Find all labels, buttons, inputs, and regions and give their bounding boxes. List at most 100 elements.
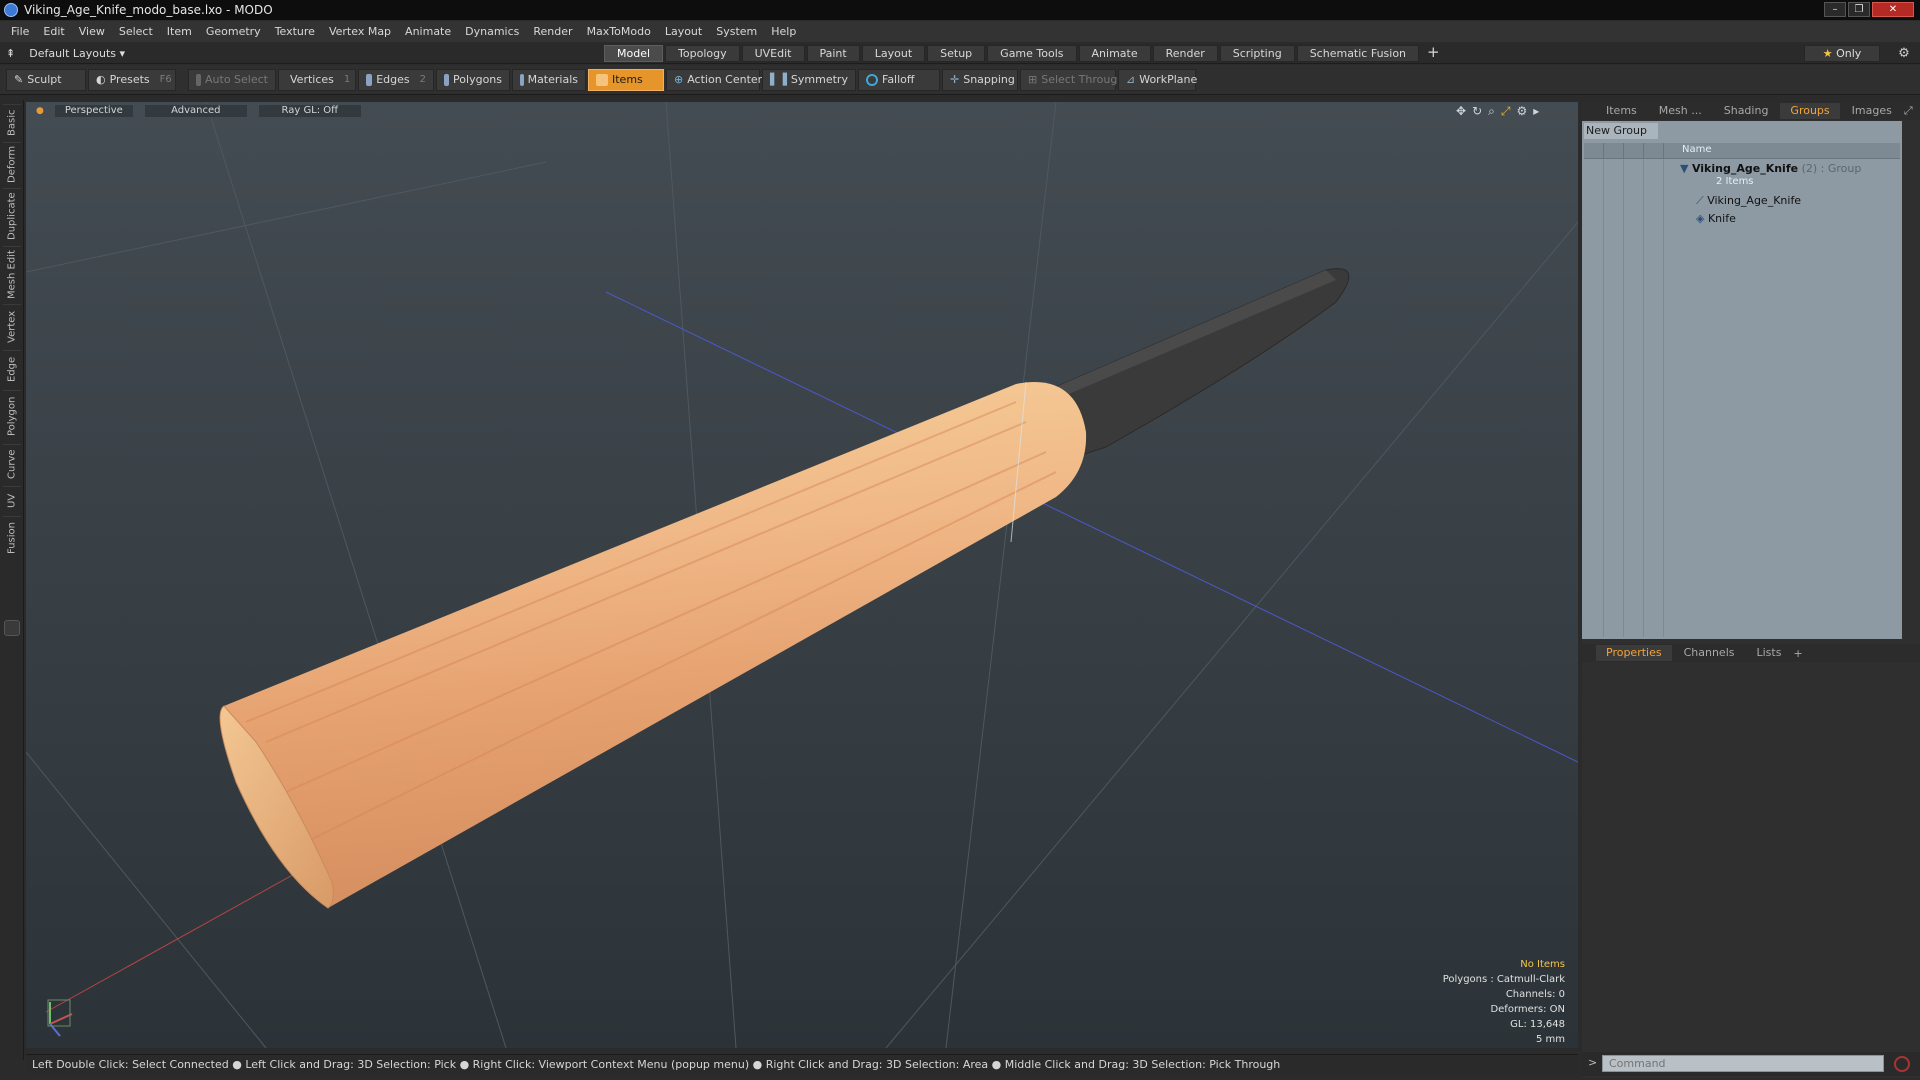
items-button[interactable]: Items — [588, 68, 664, 91]
vtab-uv[interactable]: UV — [3, 486, 21, 514]
menu-file[interactable]: File — [4, 25, 36, 38]
snapping-button[interactable]: ✛ Snapping — [942, 68, 1018, 91]
fit-icon[interactable]: ⤢ — [1501, 104, 1511, 119]
auto-select-button[interactable]: Auto Select — [188, 68, 276, 91]
tab-render[interactable]: Render — [1152, 45, 1218, 62]
palette-toggle-icon[interactable] — [4, 620, 20, 636]
tab-groups[interactable]: Groups — [1780, 103, 1840, 119]
auto-select-icon — [196, 73, 202, 86]
gear-icon[interactable]: ⚙ — [1896, 46, 1912, 62]
menu-help[interactable]: Help — [764, 25, 803, 38]
render-column — [1604, 159, 1624, 637]
view-mode-dropdown[interactable]: Perspective — [53, 104, 134, 118]
tab-schematic-fusion[interactable]: Schematic Fusion — [1296, 45, 1420, 62]
locator-icon: ◈ — [1696, 212, 1705, 225]
vtab-polygon[interactable]: Polygon — [3, 390, 21, 442]
3d-viewport[interactable] — [26, 102, 1578, 1048]
menu-system[interactable]: System — [709, 25, 764, 38]
tab-game-tools[interactable]: Game Tools — [987, 45, 1077, 62]
tab-paint[interactable]: Paint — [806, 45, 860, 62]
add-tab-icon[interactable]: + — [1793, 647, 1802, 660]
vtab-curve[interactable]: Curve — [3, 444, 21, 484]
list-item[interactable]: ⟋ Viking_Age_Knife — [1696, 194, 1916, 210]
vtab-mesh-edit[interactable]: Mesh Edit — [3, 246, 21, 302]
tab-channels[interactable]: Channels — [1674, 645, 1745, 661]
tab-shading[interactable]: Shading — [1714, 103, 1779, 119]
menu-texture[interactable]: Texture — [268, 25, 322, 38]
menu-vertex-map[interactable]: Vertex Map — [322, 25, 398, 38]
shading-dropdown[interactable]: Advanced — [143, 104, 248, 118]
select-icon[interactable] — [1644, 143, 1664, 159]
layout-tab-bar: ⇞ Default Layouts ▾ Model Topology UVEdi… — [0, 43, 1920, 64]
bottom-panel-tabs: Properties Channels Lists + — [1582, 644, 1920, 662]
edges-button[interactable]: Edges 2 — [358, 68, 434, 91]
add-layout-icon[interactable]: + — [1421, 45, 1446, 62]
sculpt-button[interactable]: ✎ Sculpt — [6, 68, 86, 91]
window-title-bar: Viking_Age_Knife_modo_base.lxo - MODO – … — [0, 0, 1920, 20]
menu-edit[interactable]: Edit — [36, 25, 71, 38]
new-group-button[interactable]: New Group — [1584, 123, 1658, 139]
pan-icon[interactable]: ✥ — [1456, 104, 1466, 119]
tab-properties[interactable]: Properties — [1596, 645, 1672, 661]
tool-palette-tabs: Basic Deform Duplicate Mesh Edit Vertex … — [0, 100, 24, 1060]
polygons-button[interactable]: Polygons — [436, 68, 510, 91]
materials-icon — [520, 73, 524, 86]
menu-maxtomodo[interactable]: MaxToModo — [580, 25, 658, 38]
menu-view[interactable]: View — [72, 25, 112, 38]
tab-topology[interactable]: Topology — [665, 45, 740, 62]
menu-render[interactable]: Render — [526, 25, 579, 38]
menu-dynamics[interactable]: Dynamics — [458, 25, 526, 38]
command-prompt-icon: > — [1588, 1056, 1598, 1069]
orbit-icon[interactable]: ↻ — [1472, 104, 1482, 119]
layouts-selector[interactable]: ⇞ Default Layouts ▾ — [6, 45, 125, 62]
materials-button[interactable]: Materials — [512, 68, 586, 91]
tab-setup[interactable]: Setup — [927, 45, 986, 62]
tab-uvedit[interactable]: UVEdit — [741, 45, 805, 62]
layouts-dropdown[interactable]: Default Layouts — [29, 47, 116, 60]
viewport-menu-icon[interactable]: ● — [36, 106, 44, 116]
tab-lists[interactable]: Lists — [1747, 645, 1792, 661]
vtab-vertex[interactable]: Vertex — [3, 304, 21, 348]
viewport-stats: No Items Polygons : Catmull-Clark Channe… — [1443, 957, 1565, 1047]
menu-geometry[interactable]: Geometry — [199, 25, 268, 38]
tab-layout[interactable]: Layout — [861, 45, 926, 62]
tab-mesh[interactable]: Mesh ... — [1649, 103, 1712, 119]
select-through-button[interactable]: ⊞ Select Through — [1020, 68, 1124, 91]
menu-layout[interactable]: Layout — [658, 25, 709, 38]
presets-button[interactable]: ◐ Presets F6 — [88, 68, 176, 91]
tab-model[interactable]: Model — [604, 45, 664, 62]
minimize-button[interactable]: – — [1824, 2, 1846, 17]
render-icon[interactable] — [1604, 143, 1624, 159]
vtab-fusion[interactable]: Fusion — [3, 516, 21, 560]
menu-animate[interactable]: Animate — [398, 25, 458, 38]
vtab-deform[interactable]: Deform — [3, 142, 21, 186]
crosshair-icon: ⊕ — [674, 73, 684, 86]
close-button[interactable]: ✕ — [1872, 2, 1914, 17]
zoom-icon[interactable]: ⌕ — [1488, 104, 1495, 119]
expand-arrow-icon[interactable]: ▸ — [1533, 104, 1539, 119]
raygl-toggle[interactable]: Ray GL: Off — [257, 104, 362, 118]
tab-animate[interactable]: Animate — [1078, 45, 1151, 62]
menu-item[interactable]: Item — [160, 25, 199, 38]
record-icon[interactable] — [1894, 1056, 1910, 1072]
vtab-edge[interactable]: Edge — [3, 350, 21, 388]
falloff-button[interactable]: Falloff — [858, 68, 940, 91]
lock-icon[interactable] — [1624, 143, 1644, 159]
viewport-settings-icon[interactable]: ⚙ — [1516, 104, 1527, 119]
panel-expand-icon[interactable]: ⤢ — [1904, 104, 1913, 118]
visibility-eye-icon[interactable] — [1584, 143, 1604, 159]
workplane-button[interactable]: ⊿ WorkPlane — [1118, 68, 1197, 91]
action-center-button[interactable]: ⊕ Action Center — [666, 68, 762, 91]
tab-items[interactable]: Items — [1596, 103, 1647, 119]
command-input[interactable] — [1602, 1055, 1884, 1072]
vtab-duplicate[interactable]: Duplicate — [3, 188, 21, 244]
vtab-basic[interactable]: Basic — [3, 104, 21, 140]
maximize-button[interactable]: ❐ — [1848, 2, 1870, 17]
menu-select[interactable]: Select — [112, 25, 160, 38]
only-toggle[interactable]: ★ Only — [1804, 45, 1880, 62]
list-item[interactable]: ◈ Knife — [1696, 212, 1916, 228]
tab-scripting[interactable]: Scripting — [1219, 45, 1295, 62]
vertices-button[interactable]: Vertices 1 — [278, 68, 356, 91]
tab-images[interactable]: Images — [1842, 103, 1902, 119]
symmetry-button[interactable]: ▌▐ Symmetry — [762, 68, 856, 91]
